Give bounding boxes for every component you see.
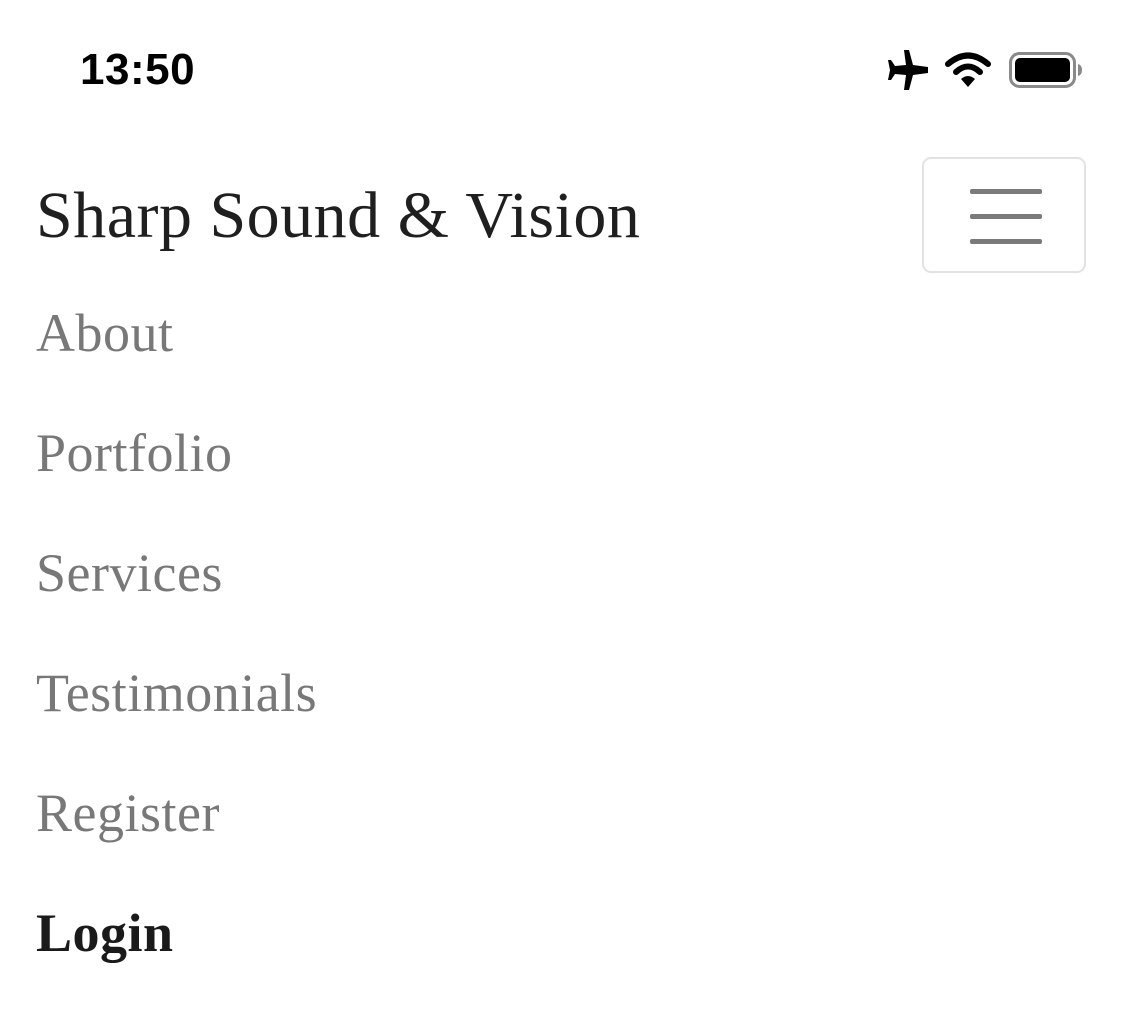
nav-link-services[interactable]: Services [36,540,317,606]
nav-link-about[interactable]: About [36,300,317,366]
nav-link-login[interactable]: Login [36,900,317,966]
status-bar: 13:50 [0,0,1125,130]
brand-title[interactable]: Sharp Sound & Vision [36,176,640,256]
nav-item-about: About [36,300,317,420]
nav-item-services: Services [36,540,317,660]
status-time: 13:50 [80,45,196,94]
wifi-icon [945,51,991,89]
nav-menu: About Portfolio Services Testimonials Re… [36,300,317,1020]
nav-link-testimonials[interactable]: Testimonials [36,660,317,726]
nav-item-testimonials: Testimonials [36,660,317,780]
nav-link-register[interactable]: Register [36,780,317,846]
airplane-icon [887,48,929,92]
nav-item-register: Register [36,780,317,900]
nav-item-login: Login [36,900,317,1020]
navbar-toggler-button[interactable] [922,157,1086,273]
nav-item-portfolio: Portfolio [36,420,317,540]
status-icons [887,46,1083,94]
battery-icon [1009,52,1083,88]
nav-link-portfolio[interactable]: Portfolio [36,420,317,486]
